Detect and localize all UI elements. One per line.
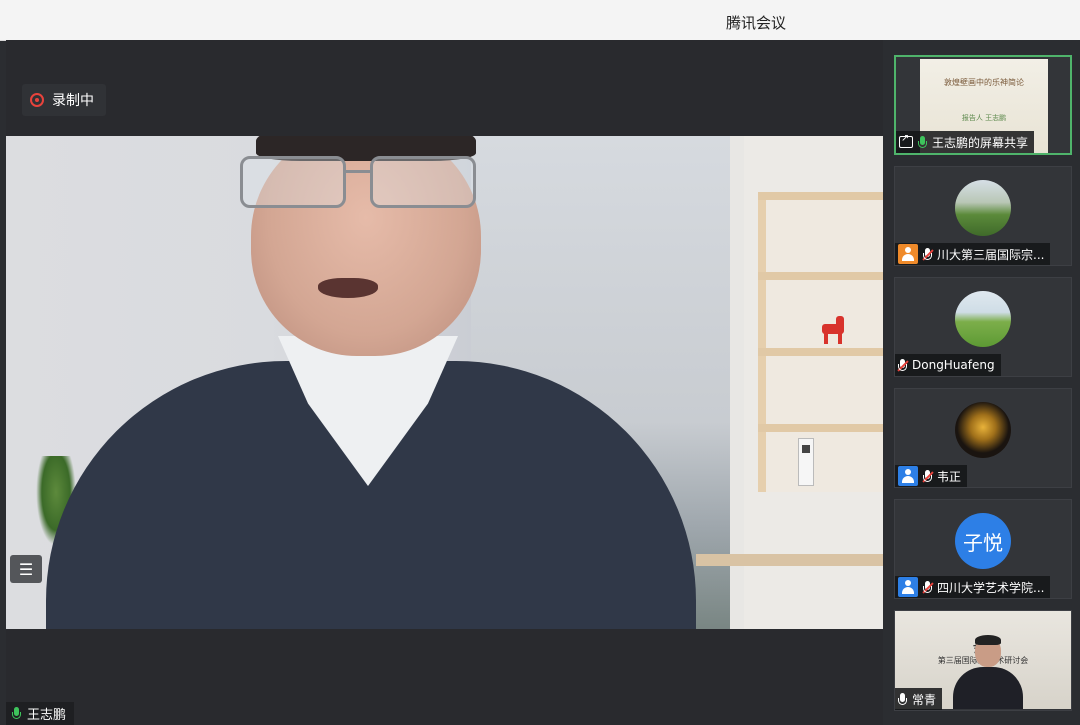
tile-label: 王志鹏的屏幕共享 — [932, 135, 1029, 150]
list-icon: ☰ — [18, 559, 34, 579]
mic-muted-icon — [922, 247, 934, 261]
user-icon — [898, 577, 918, 597]
tile-label-bar: 韦正 — [895, 465, 968, 487]
user-icon — [898, 244, 918, 264]
avatar: 子悦 — [955, 513, 1011, 569]
tile-participant[interactable]: 川大第三届国际宗... — [894, 166, 1072, 266]
recording-label: 录制中 — [52, 93, 94, 109]
tile-label: DongHuafeng — [912, 358, 995, 372]
screen-share-icon — [899, 133, 913, 148]
tile-participant[interactable]: 韦正 — [894, 388, 1072, 488]
avatar — [955, 180, 1011, 236]
tile-screen-share[interactable]: 敦煌壁画中的乐神简论 报告人 王志鹏 王志鹏的屏幕共享 — [894, 55, 1072, 155]
mic-on-icon — [12, 707, 21, 720]
tile-label-bar: DongHuafeng — [895, 354, 1001, 376]
slide-title: 敦煌壁画中的乐神简论 — [944, 78, 1024, 87]
tile-participant[interactable]: 艺术 第三届国际宗 学术研讨会 常青 — [894, 610, 1072, 711]
tile-label-bar: 川大第三届国际宗... — [895, 243, 1051, 265]
tile-participant[interactable]: DongHuafeng — [894, 277, 1072, 377]
slide-subtitle: 报告人 王志鹏 — [961, 114, 1007, 122]
tile-label-bar: 王志鹏的屏幕共享 — [896, 131, 1035, 153]
speaker-figure — [6, 136, 883, 629]
tile-label-bar: 四川大学艺术学院... — [895, 576, 1051, 598]
user-icon — [898, 466, 918, 486]
mic-on-icon — [918, 135, 927, 149]
tile-label: 川大第三届国际宗... — [937, 247, 1045, 262]
mic-muted-icon — [897, 358, 909, 372]
main-speaker-name: 王志鹏 — [27, 708, 67, 723]
tile-label: 常青 — [912, 692, 937, 707]
tile-label: 韦正 — [937, 469, 962, 484]
list-menu-button[interactable]: ☰ — [10, 555, 42, 583]
mic-muted-icon — [922, 469, 934, 483]
tile-label-bar: 常青 — [895, 688, 943, 710]
mic-muted-icon — [922, 580, 934, 594]
avatar — [955, 291, 1011, 347]
record-icon — [30, 93, 44, 107]
mic-on-icon — [898, 692, 907, 706]
avatar — [955, 402, 1011, 458]
tile-participant[interactable]: 子悦 四川大学艺术学院... — [894, 499, 1072, 599]
window-title: 腾讯会议 — [725, 14, 786, 32]
avatar-initials: 子悦 — [963, 530, 1003, 555]
recording-indicator[interactable]: 录制中 — [22, 84, 106, 116]
main-speaker-tag: 王志鹏 — [6, 702, 75, 725]
title-bar: 腾讯会议 — [0, 0, 1080, 41]
main-video[interactable] — [6, 136, 883, 629]
tile-label: 四川大学艺术学院... — [937, 580, 1045, 595]
